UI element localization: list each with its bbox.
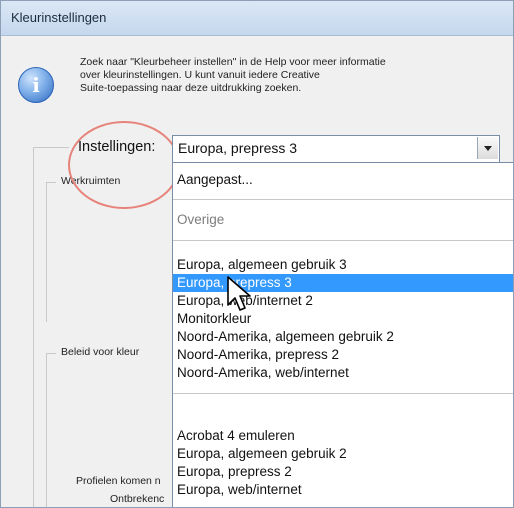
group-frame-left bbox=[33, 147, 34, 507]
dropdown-item[interactable]: Europa, prepress 2 bbox=[173, 463, 513, 481]
group-frame-top bbox=[33, 147, 69, 148]
dropdown-item[interactable]: Noord-Amerika, algemeen gebruik 2 bbox=[173, 328, 513, 346]
dropdown-item[interactable]: Noord-Amerika, web/internet bbox=[173, 364, 513, 382]
werkruimten-frame-left bbox=[46, 182, 47, 322]
settings-dropdown-list[interactable]: Aangepast... Overige Europa, algemeen ge… bbox=[172, 162, 513, 507]
dropdown-item[interactable]: Europa, web/internet 2 bbox=[173, 292, 513, 310]
dropdown-separator bbox=[173, 240, 513, 241]
window-title: Kleurinstellingen bbox=[11, 10, 107, 25]
info-text: Zoek naar "Kleurbeheer instellen" in de … bbox=[80, 56, 386, 94]
dropdown-header-overige: Overige bbox=[177, 212, 225, 227]
dropdown-item-selected[interactable]: Europa, prepress 3 bbox=[173, 274, 513, 292]
dropdown-item[interactable]: Monitorkleur bbox=[173, 310, 513, 328]
dropdown-item[interactable]: Europa, web/internet bbox=[173, 481, 513, 499]
werkruimten-frame-top bbox=[46, 182, 56, 183]
dropdown-item[interactable]: Europa, algemeen gebruik 3 bbox=[173, 256, 513, 274]
color-settings-dialog: Kleurinstellingen i Zoek naar "Kleurbehe… bbox=[0, 0, 514, 508]
beleid-frame-top bbox=[46, 353, 56, 354]
dropdown-separator bbox=[173, 393, 513, 394]
settings-combobox[interactable]: Europa, prepress 3 bbox=[172, 135, 500, 163]
settings-label: Instellingen: bbox=[78, 139, 156, 155]
title-bar[interactable]: Kleurinstellingen bbox=[1, 1, 513, 36]
settings-combobox-value: Europa, prepress 3 bbox=[178, 140, 298, 156]
werkruimten-label: Werkruimten bbox=[59, 175, 123, 187]
dropdown-item[interactable]: Noord-Amerika, prepress 2 bbox=[173, 346, 513, 364]
beleid-frame-left bbox=[46, 353, 47, 507]
beleid-label: Beleid voor kleur bbox=[59, 346, 142, 358]
profielen-label: Profielen komen n bbox=[74, 475, 163, 487]
dropdown-separator bbox=[173, 199, 513, 200]
chevron-down-icon[interactable] bbox=[477, 137, 498, 159]
dropdown-item[interactable]: Acrobat 4 emuleren bbox=[173, 427, 513, 445]
info-icon: i bbox=[18, 67, 54, 103]
ontbrekend-label: Ontbrekenc bbox=[108, 493, 167, 505]
dropdown-item-aangepast[interactable]: Aangepast... bbox=[173, 171, 513, 189]
dropdown-item[interactable]: Europa, algemeen gebruik 2 bbox=[173, 445, 513, 463]
highlight-circle bbox=[68, 121, 180, 209]
